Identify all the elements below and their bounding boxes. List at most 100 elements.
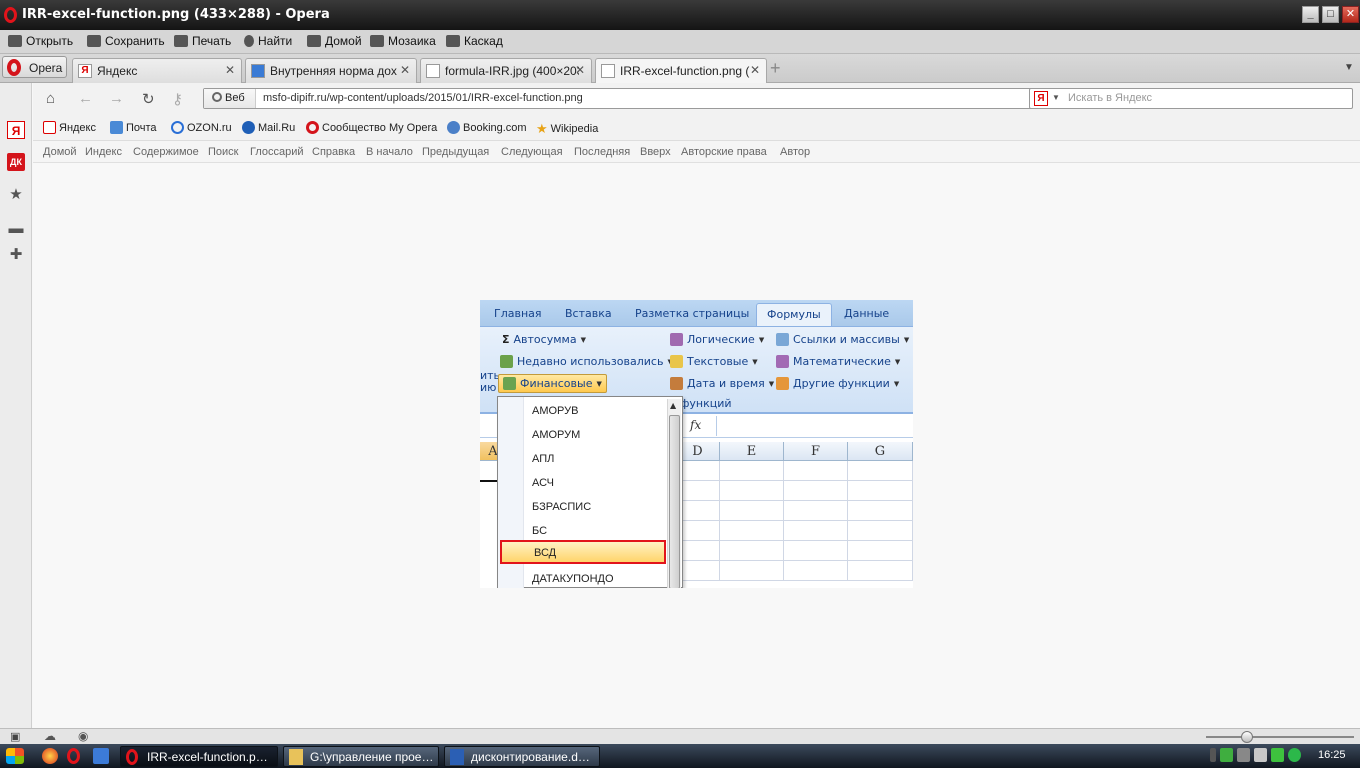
navlink-help[interactable]: Справка — [312, 146, 355, 158]
print-menu-item[interactable]: Печать — [174, 34, 231, 48]
zoom-slider-handle[interactable] — [1241, 731, 1253, 743]
opera-menu-button[interactable]: Opera — [2, 56, 67, 78]
yandex-search-icon[interactable]: Я — [1034, 91, 1048, 106]
firefox-icon[interactable] — [42, 748, 58, 764]
sigma-icon: Σ — [502, 333, 510, 346]
chevron-down-icon[interactable]: ▼ — [1052, 93, 1060, 102]
tab-close-icon[interactable]: ✕ — [225, 63, 235, 77]
maximize-button[interactable]: □ — [1322, 6, 1339, 23]
text-book-icon — [670, 355, 683, 368]
plus-icon[interactable]: ✚ — [7, 246, 25, 264]
clock-book-icon — [670, 377, 683, 390]
taskbar-item-folder[interactable]: G:\управление прое… — [283, 746, 439, 767]
opera-icon — [126, 749, 138, 765]
speed-dial-icon[interactable]: ◉ — [78, 729, 88, 743]
tab-irr-excel-function[interactable]: IRR-excel-function.png (… ✕ — [595, 58, 767, 84]
yandex-icon — [43, 121, 56, 134]
home-menu-item[interactable]: Домой — [307, 34, 362, 48]
cut-off-label: ию — [480, 381, 497, 394]
tab-list-chevron-down-icon[interactable]: ▼ — [1344, 62, 1354, 73]
navlink-contents[interactable]: Содержимое — [133, 146, 199, 158]
language-flag-icon[interactable] — [1254, 748, 1267, 762]
open-menu-item[interactable]: Открыть — [8, 34, 73, 48]
url-text[interactable]: msfo-dipifr.ru/wp-content/uploads/2015/0… — [263, 92, 583, 104]
signal-icon[interactable] — [1271, 748, 1284, 762]
navlink-first[interactable]: В начало — [366, 146, 413, 158]
dk-icon[interactable]: ДК — [7, 153, 25, 171]
status-icon[interactable] — [1288, 748, 1301, 762]
tile-icon — [370, 35, 384, 47]
yandex-icon[interactable]: Я — [7, 121, 25, 139]
dropdown-item-selected: ВСД — [500, 540, 666, 564]
cascade-icon — [446, 35, 460, 47]
web-badge[interactable]: Веб — [204, 89, 256, 108]
navlink-previous[interactable]: Предыдущая — [422, 146, 489, 158]
bookmark-ozon[interactable]: OZON.ru — [171, 121, 232, 134]
clock[interactable]: 16:25 — [1318, 749, 1346, 761]
tab-yandex[interactable]: Я Яндекс ✕ — [72, 58, 242, 83]
taskbar-item-word[interactable]: дисконтирование.d… — [444, 746, 600, 767]
ribbon-tab-home: Главная — [494, 307, 542, 320]
star-icon[interactable]: ★ — [7, 186, 25, 204]
excel-screenshot-image: Главная Вставка Разметка страницы Формул… — [480, 300, 913, 588]
navlink-last[interactable]: Последняя — [574, 146, 630, 158]
new-tab-button[interactable]: + — [770, 59, 788, 78]
navlink-copyright[interactable]: Авторские права — [681, 146, 767, 158]
navlink-next[interactable]: Следующая — [501, 146, 563, 158]
navlink-search[interactable]: Поиск — [208, 146, 238, 158]
zoom-slider-track[interactable] — [1206, 736, 1354, 738]
image-favicon-icon — [426, 64, 440, 78]
cloud-icon[interactable]: ☁ — [44, 729, 56, 743]
bookmark-yandex[interactable]: Яндекс — [43, 121, 96, 134]
bookmark-mail[interactable]: Почта — [110, 121, 157, 134]
opera-logo-icon — [7, 59, 21, 76]
minimize-button[interactable]: _ — [1302, 6, 1319, 23]
bookmark-booking[interactable]: Booking.com — [447, 121, 527, 134]
back-icon[interactable]: ← — [78, 90, 93, 107]
navlink-home[interactable]: Домой — [43, 146, 77, 158]
download-icon[interactable] — [1220, 748, 1233, 762]
navlink-author[interactable]: Автор — [780, 146, 810, 158]
panel-toggle-icon[interactable]: ▣ — [10, 730, 20, 743]
text-functions-button: Текстовые ▼ — [670, 355, 758, 368]
close-button[interactable]: ✕ — [1342, 6, 1359, 23]
address-field[interactable]: Веб msfo-dipifr.ru/wp-content/uploads/20… — [203, 88, 1055, 109]
scroll-up-icon: ▲ — [670, 401, 677, 410]
bookmark-my-opera[interactable]: Сообщество My Opera — [306, 121, 437, 134]
tab-close-icon[interactable]: ✕ — [400, 63, 410, 77]
datetime-functions-button: Дата и время ▼ — [670, 377, 774, 390]
grid-cell — [720, 541, 784, 561]
navlink-glossary[interactable]: Глоссарий — [250, 146, 304, 158]
navlink-up[interactable]: Вверх — [640, 146, 671, 158]
tray-arrow-icon[interactable] — [1210, 748, 1216, 762]
search-field[interactable]: Я ▼ Искать в Яндекс — [1029, 88, 1353, 109]
column-header-f: F — [784, 442, 848, 461]
bookmarks-bar: Яндекс Почта OZON.ru Mail.Ru Сообщество … — [33, 115, 1360, 141]
network-icon[interactable] — [1237, 748, 1250, 762]
tab-close-icon[interactable]: ✕ — [750, 63, 760, 77]
start-button[interactable] — [6, 748, 24, 764]
search-placeholder[interactable]: Искать в Яндекс — [1068, 92, 1152, 104]
grid-cell — [784, 541, 848, 561]
bookmark-wikipedia[interactable]: ★ Wikipedia — [536, 121, 598, 137]
navlink-index[interactable]: Индекс — [85, 146, 122, 158]
taskbar-item-opera[interactable]: IRR-excel-function.p… — [120, 746, 278, 767]
bookmark-mailru[interactable]: Mail.Ru — [242, 121, 295, 134]
grid-cell — [848, 481, 913, 501]
opera-icon[interactable] — [67, 748, 80, 764]
tab-close-icon[interactable]: ✕ — [575, 63, 585, 77]
find-menu-item[interactable]: Найти — [244, 34, 292, 48]
panel-icon[interactable]: ▬ — [7, 220, 25, 238]
forward-icon[interactable]: → — [109, 90, 124, 107]
tab-irr-article[interactable]: Внутренняя норма дох… ✕ — [245, 58, 417, 83]
tile-menu-item[interactable]: Мозаика — [370, 34, 436, 48]
grid-cell — [720, 461, 784, 481]
save-menu-item[interactable]: Сохранить — [87, 34, 165, 48]
reload-icon[interactable]: ↻ — [142, 90, 155, 108]
key-icon[interactable]: ⚷ — [172, 90, 183, 108]
cascade-menu-item[interactable]: Каскад — [446, 34, 503, 48]
home-icon[interactable]: ⌂ — [46, 90, 55, 107]
tab-formula-irr[interactable]: formula-IRR.jpg (400×203) ✕ — [420, 58, 592, 83]
opera-icon — [306, 121, 319, 134]
desktop-icon[interactable] — [93, 748, 109, 764]
